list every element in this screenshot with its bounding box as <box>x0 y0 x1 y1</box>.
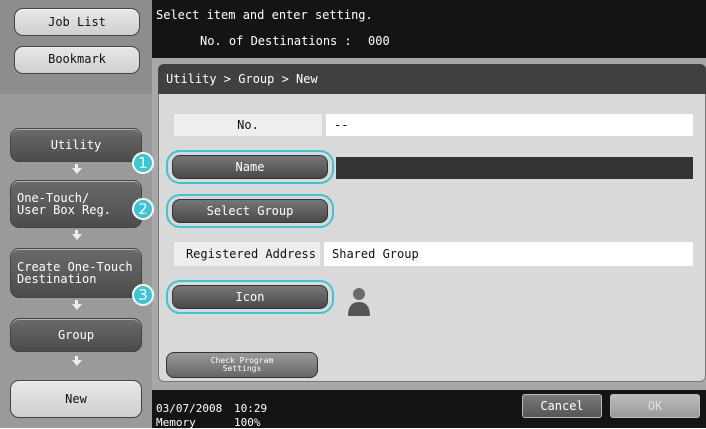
sidebar-item-group[interactable]: Group <box>10 318 142 352</box>
select-group-button[interactable]: Select Group <box>172 199 328 223</box>
registered-address-value: Shared Group <box>324 242 693 266</box>
sidebar-item-one-touch[interactable]: One-Touch/ User Box Reg. <box>10 180 142 228</box>
sidebar-item-new[interactable]: New <box>10 380 142 418</box>
no-label: No. <box>174 114 322 136</box>
cancel-button[interactable]: Cancel <box>522 394 602 418</box>
person-icon <box>346 286 372 318</box>
sidebar-item-utility[interactable]: Utility <box>10 128 142 162</box>
no-value: -- <box>326 114 693 136</box>
name-field[interactable] <box>336 157 693 179</box>
job-list-button[interactable]: Job List <box>14 8 140 36</box>
down-arrow-icon <box>72 356 82 366</box>
instruction-text: Select item and enter setting. <box>156 8 373 22</box>
icon-button[interactable]: Icon <box>172 285 328 309</box>
memory-label: Memory <box>156 416 196 429</box>
down-arrow-icon <box>72 230 82 240</box>
registered-address-label: Registered Address <box>174 242 320 266</box>
down-arrow-icon <box>72 300 82 310</box>
ok-button[interactable]: OK <box>610 394 700 418</box>
time-text: 10:29 <box>234 402 268 415</box>
destinations-label: No. of Destinations : <box>200 34 352 48</box>
breadcrumb-text: Utility > Group > New <box>166 72 318 86</box>
down-arrow-icon <box>72 164 82 174</box>
callout-2: 2 <box>132 198 154 220</box>
name-button[interactable]: Name <box>172 155 328 179</box>
breadcrumb: Utility > Group > New <box>158 64 706 94</box>
bookmark-button[interactable]: Bookmark <box>14 46 140 74</box>
callout-1: 1 <box>132 152 154 174</box>
check-program-settings-button[interactable]: Check Program Settings <box>166 352 318 378</box>
memory-value: 100% <box>234 416 261 429</box>
date-text: 03/07/2008 <box>156 402 223 415</box>
callout-3: 3 <box>132 284 154 306</box>
sidebar-item-create-destination[interactable]: Create One-Touch Destination <box>10 248 142 298</box>
destinations-count: 000 <box>368 34 390 48</box>
